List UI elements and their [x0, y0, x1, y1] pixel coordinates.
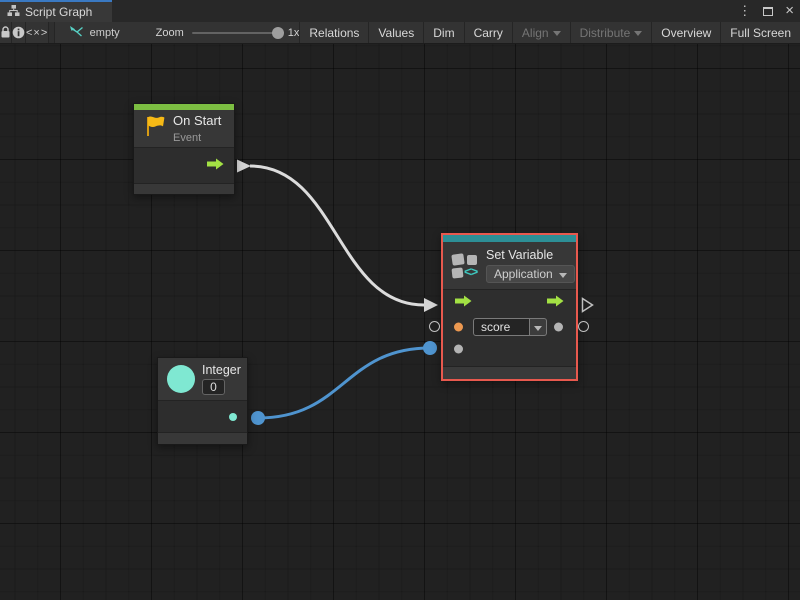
- carry-button[interactable]: Carry: [464, 22, 512, 43]
- window-menu-icon[interactable]: ⋮: [738, 3, 751, 19]
- graph-canvas[interactable]: On Start Event <> Set Variable Applicati…: [0, 44, 800, 600]
- chevron-down-icon: [559, 273, 567, 278]
- node-title: Integer: [202, 363, 241, 377]
- connections-layer: [0, 44, 800, 600]
- node-title: Set Variable: [486, 248, 575, 262]
- integer-ports: [158, 401, 247, 433]
- tab-bar: Script Graph ⋮ ×: [0, 0, 800, 22]
- zoom-label: Zoom: [156, 27, 184, 39]
- overview-button[interactable]: Overview: [651, 22, 720, 43]
- set-variable-header[interactable]: <> Set Variable Application: [443, 242, 576, 290]
- flow-port-row: [443, 290, 576, 316]
- graph-toolbar: <×> empty Zoom 1x Relations Values Dim C…: [0, 22, 800, 44]
- node-title: On Start: [173, 113, 221, 128]
- toolbar-buttons: Relations Values Dim Carry Align Distrib…: [299, 22, 800, 43]
- window-controls: ⋮ ×: [738, 0, 794, 22]
- integer-type-icon: [167, 365, 195, 393]
- dim-button[interactable]: Dim: [423, 22, 463, 43]
- variable-stripe: [443, 235, 576, 242]
- close-icon[interactable]: ×: [785, 6, 794, 16]
- value-input-port[interactable]: [454, 345, 463, 354]
- integer-header[interactable]: Integer 0: [158, 358, 247, 401]
- flow-input-port[interactable]: [455, 294, 472, 312]
- node-subtitle: Event: [173, 132, 221, 144]
- tab-title: Script Graph: [25, 5, 92, 19]
- on-start-header[interactable]: On Start Event: [134, 110, 234, 148]
- align-dropdown-button[interactable]: Align: [512, 22, 570, 43]
- zoom-value: 1x: [288, 27, 300, 39]
- on-start-ports: [134, 148, 234, 184]
- value-output-port[interactable]: [554, 323, 563, 332]
- external-output-circle-port[interactable]: [578, 321, 589, 332]
- external-output-triangle-port[interactable]: [581, 297, 594, 318]
- flow-output-port[interactable]: [207, 157, 224, 175]
- node-set-variable[interactable]: <> Set Variable Application: [441, 233, 578, 381]
- name-input-port[interactable]: [454, 323, 463, 332]
- graph-pointer-icon: [69, 25, 84, 41]
- value-connection-integer-to-setvariable[interactable]: [258, 348, 430, 418]
- variable-name-dropdown-button[interactable]: [530, 318, 547, 336]
- inspector-info-icon[interactable]: [12, 22, 26, 43]
- flow-output-arrow-port[interactable]: [237, 160, 251, 173]
- integer-value-input[interactable]: 0: [202, 379, 225, 395]
- flow-output-port[interactable]: [547, 294, 564, 312]
- variable-name-field: score: [473, 318, 547, 336]
- flow-connection-onstart-to-setvariable[interactable]: [250, 166, 424, 305]
- flow-input-arrow-head[interactable]: [424, 298, 438, 312]
- chevron-down-icon: [553, 31, 561, 36]
- set-variable-icon: <>: [452, 253, 479, 279]
- pointer-target-label: empty: [90, 27, 120, 39]
- zoom-control: Zoom 1x: [130, 22, 300, 43]
- full-screen-button[interactable]: Full Screen: [720, 22, 800, 43]
- maximize-icon[interactable]: [763, 7, 773, 16]
- integer-output-port[interactable]: [229, 413, 237, 421]
- node-footer: [443, 367, 576, 379]
- relations-button[interactable]: Relations: [299, 22, 368, 43]
- graph-pointer-status: empty: [55, 22, 130, 43]
- distribute-dropdown-button[interactable]: Distribute: [570, 22, 652, 43]
- graph-hierarchy-icon: [7, 4, 20, 20]
- node-on-start[interactable]: On Start Event: [133, 103, 235, 195]
- external-input-circle-port[interactable]: [429, 321, 440, 332]
- set-variable-ports: score: [443, 290, 576, 367]
- tab-script-graph[interactable]: Script Graph: [0, 0, 112, 22]
- variable-scope-dropdown[interactable]: Application: [486, 265, 575, 283]
- lock-icon[interactable]: [0, 22, 12, 43]
- chevron-down-icon: [634, 31, 642, 36]
- chevron-down-icon: [534, 326, 542, 331]
- node-footer: [158, 433, 247, 444]
- zoom-slider[interactable]: [192, 32, 280, 34]
- flag-icon: [143, 114, 166, 143]
- node-footer: [134, 184, 234, 194]
- name-port-row: score: [443, 316, 576, 338]
- variables-blackboard-icon[interactable]: <×>: [26, 22, 49, 43]
- node-integer[interactable]: Integer 0: [157, 357, 248, 445]
- values-button[interactable]: Values: [368, 22, 423, 43]
- zoom-slider-handle[interactable]: [272, 27, 284, 39]
- variable-name-input[interactable]: score: [473, 318, 530, 336]
- value-wire-start-dot[interactable]: [251, 411, 265, 425]
- value-wire-end-dot[interactable]: [423, 341, 437, 355]
- value-port-row: [443, 338, 576, 360]
